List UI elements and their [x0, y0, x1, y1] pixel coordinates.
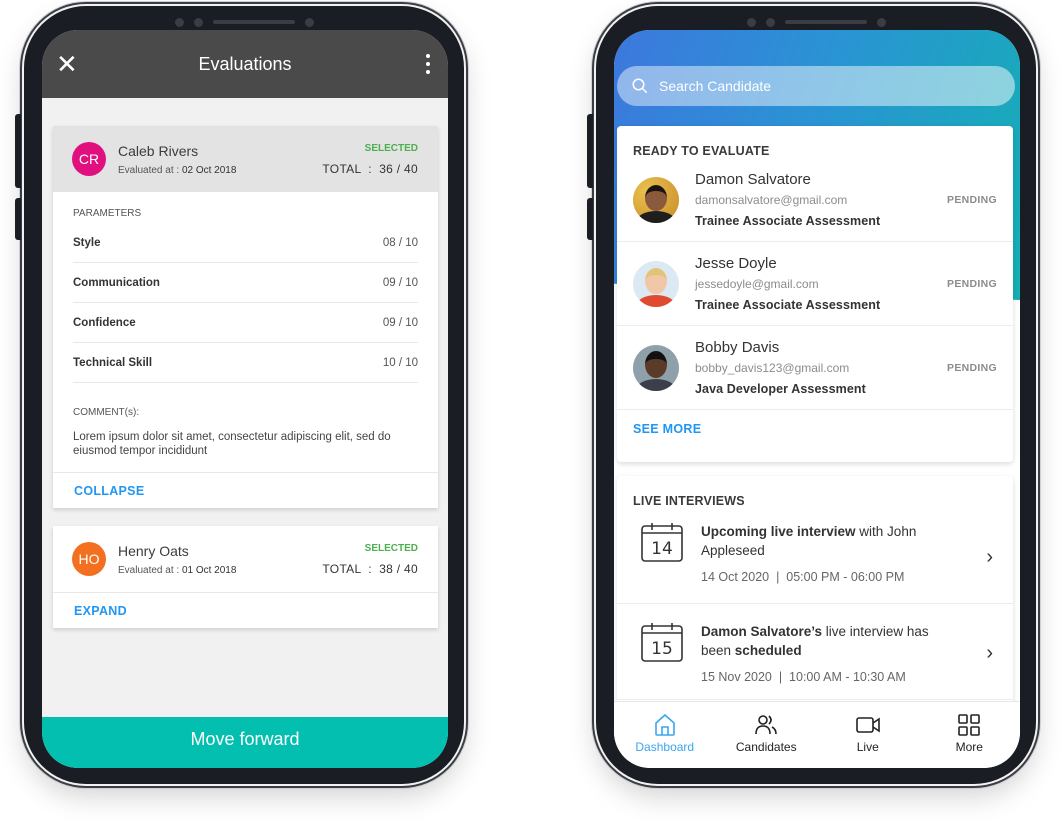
candidate-name: Jesse Doyle — [695, 255, 777, 272]
evaluation-card: CR Caleb Rivers Evaluated at : 02 Oct 20… — [53, 126, 438, 508]
candidate-photo — [633, 260, 679, 307]
evaluation-details: PARAMETERS Style 08 / 10 Communication 0… — [53, 192, 438, 472]
comment-text: Lorem ipsum dolor sit amet, consectetur … — [73, 431, 391, 457]
total-score: TOTAL : 36 / 40 — [322, 161, 418, 176]
interview-list-item[interactable]: 14 Upcoming live interview with John App… — [617, 508, 1013, 604]
evaluation-card: HO Henry Oats Evaluated at : 01 Oct 2018… — [53, 526, 438, 628]
chevron-right-icon: › — [986, 546, 993, 568]
collapse-button[interactable]: COLLAPSE — [74, 484, 144, 498]
move-forward-button[interactable]: Move forward — [42, 717, 448, 768]
volume-down-button — [15, 198, 21, 240]
evaluations-screen: ✕ Evaluations CR Caleb Rivers Evaluated … — [42, 30, 448, 768]
volume-up-button — [15, 114, 21, 188]
assessment-name: Trainee Associate Assessment — [695, 298, 881, 312]
evaluated-date: Evaluated at : 02 Oct 2018 — [118, 164, 237, 176]
page-title: Evaluations — [198, 53, 292, 74]
kebab-menu-icon[interactable] — [422, 50, 434, 78]
parameter-row: Confidence 09 / 10 — [73, 303, 418, 343]
evaluation-card-header[interactable]: HO Henry Oats Evaluated at : 01 Oct 2018… — [53, 526, 438, 592]
interview-time: 14 Oct 2020 | 05:00 PM - 06:00 PM — [701, 570, 905, 584]
avatar: CR — [72, 142, 106, 176]
evaluated-date: Evaluated at : 01 Oct 2018 — [118, 564, 237, 576]
candidate-name: Bobby Davis — [695, 339, 780, 356]
home-icon — [654, 713, 675, 736]
users-icon — [755, 715, 778, 735]
nav-item-dashboard[interactable]: Dashboard — [614, 702, 716, 768]
phone-frame-right: READY TO EVALUATE Damon Salvatore damons… — [587, 6, 1036, 784]
search-input[interactable] — [659, 78, 919, 94]
candidate-list-item[interactable]: Jesse Doyle jessedoyle@gmail.com Trainee… — [617, 242, 1013, 326]
assessment-name: Trainee Associate Assessment — [695, 214, 881, 228]
volume-down-button — [587, 198, 593, 240]
search-bar[interactable] — [617, 66, 1015, 106]
parameters-heading: PARAMETERS — [73, 208, 142, 219]
section-title: READY TO EVALUATE — [633, 144, 770, 158]
volume-up-button — [587, 114, 593, 188]
grid-icon — [958, 714, 981, 736]
parameter-name: Communication — [73, 276, 160, 289]
expand-button[interactable]: EXPAND — [74, 604, 127, 618]
search-icon — [632, 78, 648, 94]
evaluation-card-header[interactable]: CR Caleb Rivers Evaluated at : 02 Oct 20… — [53, 126, 438, 192]
status-badge: PENDING — [947, 193, 997, 206]
parameter-score: 09 / 10 — [382, 276, 418, 289]
parameter-name: Technical Skill — [73, 356, 153, 369]
bottom-navigation: Dashboard Candidates Live More — [614, 701, 1020, 768]
chevron-right-icon: › — [986, 642, 993, 664]
candidate-photo — [633, 176, 679, 223]
status-badge: PENDING — [947, 277, 997, 290]
candidate-name: Henry Oats — [118, 542, 189, 559]
candidate-name: Damon Salvatore — [695, 171, 811, 188]
parameter-row: Style 08 / 10 — [73, 223, 418, 263]
candidate-name: Caleb Rivers — [118, 142, 199, 159]
calendar-day: 14 — [651, 539, 673, 559]
app-bar: ✕ Evaluations — [42, 30, 448, 98]
comments-heading: COMMENT(s): — [73, 407, 140, 418]
see-more-button[interactable]: SEE MORE — [617, 410, 1013, 448]
close-icon[interactable]: ✕ — [56, 51, 82, 77]
phone-notch — [711, 14, 921, 30]
parameter-name: Confidence — [73, 316, 136, 329]
parameter-score: 09 / 10 — [382, 316, 418, 329]
assessment-name: Java Developer Assessment — [695, 382, 866, 396]
parameter-row: Communication 09 / 10 — [73, 263, 418, 303]
nav-item-live[interactable]: Live — [817, 702, 919, 768]
status-badge: PENDING — [947, 361, 997, 374]
avatar: HO — [72, 542, 106, 576]
parameter-name: Style — [73, 236, 101, 249]
ready-to-evaluate-card: READY TO EVALUATE Damon Salvatore damons… — [617, 126, 1013, 462]
dashboard-screen: READY TO EVALUATE Damon Salvatore damons… — [614, 30, 1020, 768]
evaluation-list: CR Caleb Rivers Evaluated at : 02 Oct 20… — [42, 98, 448, 628]
parameter-row: Technical Skill 10 / 10 — [73, 343, 418, 383]
nav-item-more[interactable]: More — [919, 702, 1021, 768]
video-camera-icon — [855, 717, 880, 733]
status-badge: SELECTED — [364, 542, 418, 554]
calendar-day: 15 — [651, 639, 673, 659]
section-title: LIVE INTERVIEWS — [633, 494, 745, 508]
parameter-score: 08 / 10 — [382, 236, 418, 249]
interview-title: Damon Salvatore’s live interview has bee… — [701, 624, 929, 658]
parameter-score: 10 / 10 — [382, 356, 418, 369]
phone-frame-left: ✕ Evaluations CR Caleb Rivers Evaluated … — [15, 6, 464, 784]
calendar-icon: 14 — [641, 523, 683, 562]
total-score: TOTAL : 38 / 40 — [322, 561, 418, 576]
candidate-list-item[interactable]: Damon Salvatore damonsalvatore@gmail.com… — [617, 158, 1013, 242]
interview-title: Upcoming live interview with John Apples… — [701, 524, 917, 558]
candidate-photo — [633, 344, 679, 391]
nav-item-candidates[interactable]: Candidates — [716, 702, 818, 768]
calendar-icon: 15 — [641, 623, 683, 662]
interview-time: 15 Nov 2020 | 10:00 AM - 10:30 AM — [701, 670, 906, 684]
interview-list-item[interactable]: 15 Damon Salvatore’s live interview has … — [617, 604, 1013, 700]
status-badge: SELECTED — [364, 142, 418, 154]
phone-notch — [139, 14, 349, 30]
candidate-list-item[interactable]: Bobby Davis bobby_davis123@gmail.com Jav… — [617, 326, 1013, 410]
